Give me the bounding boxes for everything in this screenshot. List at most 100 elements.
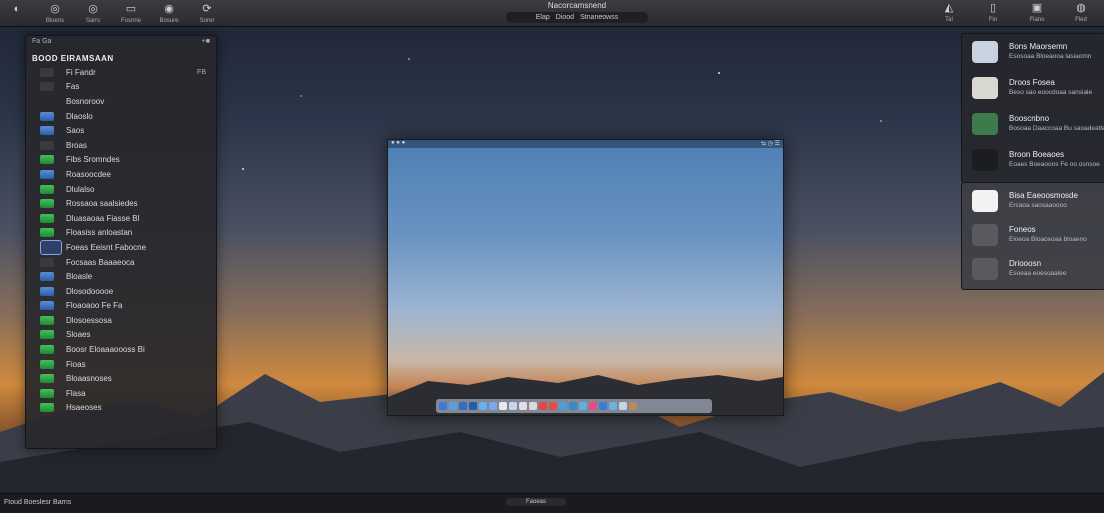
dock-app-icon[interactable]	[519, 402, 527, 410]
app-icon[interactable]: ◐	[2, 3, 32, 23]
right-panel-item[interactable]: Booscnbno Bosoaa Daaccoaa Bu saoadeatle	[972, 110, 1104, 140]
sidebar-item-label: Bloaasnoses	[66, 374, 112, 384]
sidebar-item[interactable]: Broas	[26, 138, 216, 153]
sidebar-item[interactable]: Dlosodooooe	[26, 284, 216, 299]
dock-app-icon[interactable]	[489, 402, 497, 410]
right-panel-item[interactable]: Bons Maorsemn Esosoaa Bloeaooa lasiaomn	[972, 38, 1102, 68]
sidebar-top-left[interactable]: Fa Ga	[32, 38, 51, 50]
window-controls[interactable]: ● ● ●	[391, 140, 405, 148]
sidebar-item[interactable]: Floaoaoo Fe Fa	[26, 299, 216, 314]
sidebar-item-icon	[40, 345, 54, 355]
dock-app-icon[interactable]	[609, 402, 617, 410]
sidebar-item[interactable]: Rossaoa saalsiedes	[26, 196, 216, 211]
sidebar-item[interactable]: Bloaasnoses	[26, 371, 216, 386]
right-panel-item[interactable]: Bisa Eaeoosmosde Ercaoa saosaaoooo	[972, 187, 1102, 217]
sidebar-item-label: Fas	[66, 82, 80, 92]
sidebar-item-label: Dlosodooooe	[66, 286, 114, 296]
sidebar-item-icon	[40, 257, 54, 267]
dock-app-icon[interactable]	[619, 402, 627, 410]
sidebar-item-icon	[40, 239, 62, 255]
segment-1[interactable]: Elap	[536, 12, 550, 23]
dock-app-icon[interactable]	[629, 402, 637, 410]
sidebar-item[interactable]: Fioas	[26, 357, 216, 372]
user-icon[interactable]: ◍ Fled	[1066, 2, 1096, 23]
right-panel-item-subtitle: Ercaoa saosaaoooo	[1009, 202, 1067, 209]
sidebar-item[interactable]: Fibs Sromndes	[26, 153, 216, 168]
right-panel-item[interactable]: Droos Fosea Beso sao eoocdoaa sansiale	[972, 74, 1102, 104]
sidebar-item-icon	[40, 82, 54, 92]
sidebar-item-icon	[40, 111, 54, 121]
sidebar-top-bar: Fa Ga +■	[26, 36, 216, 52]
sidebar-add-icon[interactable]: +■	[202, 38, 210, 50]
dock-app-icon[interactable]	[589, 402, 597, 410]
right-panel-item-subtitle: Beso sao eoocdoaa sansiale	[1009, 89, 1093, 96]
dock-app-icon[interactable]	[549, 402, 557, 410]
target-icon[interactable]: ◉ Bosure	[154, 3, 184, 24]
phone-icon[interactable]: ▯ Fin	[978, 2, 1008, 23]
sidebar-item[interactable]: Focsaas Baaaeoca	[26, 255, 216, 270]
dock-app-icon[interactable]	[529, 402, 537, 410]
sidebar-item-label: Dlulalso	[66, 184, 95, 194]
status-scroll-indicator[interactable]: Faoeas	[506, 498, 566, 506]
sidebar-item-label: Boosr Eloaaaoooss Bi	[66, 345, 145, 355]
sidebar-item[interactable]: Dluasaoaa Fiasse Bl	[26, 211, 216, 226]
right-panel-item-subtitle: Eloeoa Bloaceoaa bloaeno	[1009, 236, 1087, 243]
dock-app-icon[interactable]	[469, 402, 477, 410]
sidebar-item-icon	[40, 388, 54, 398]
sidebar-item-icon	[40, 169, 54, 179]
sidebar-item[interactable]: Bloasle	[26, 269, 216, 284]
keyboard-icon	[972, 258, 998, 280]
compass-icon[interactable]: ◎ Sarrs	[78, 3, 108, 24]
sidebar-item-label: Floasiss anloastan	[66, 228, 133, 238]
sidebar-item[interactable]: Boosr Eloaaaoooss Bi	[26, 342, 216, 357]
window-icon[interactable]: ▭ Fosnne	[116, 3, 146, 24]
dock-app-icon[interactable]	[599, 402, 607, 410]
right-panel-item-title: Bisa Eaeoosmosde	[1009, 191, 1078, 200]
sidebar-item[interactable]: Foeas Eeisnt Fabocne	[26, 239, 216, 255]
toolbar-right-group: ◭ Tal ▯ Fin ▣ Flano ◍ Fled	[934, 2, 1096, 23]
sidebar-item[interactable]: Fas	[26, 80, 216, 95]
dock-app-icon[interactable]	[479, 402, 487, 410]
clock-icon	[972, 149, 998, 171]
dock-app-icon[interactable]	[539, 402, 547, 410]
sidebar-item[interactable]: Dlulalso	[26, 182, 216, 197]
sidebar-item[interactable]: Roasoocdee	[26, 167, 216, 182]
share-icon[interactable]: ◭ Tal	[934, 2, 964, 23]
right-panel-item[interactable]: Driooosn Esoeaa eoesoaalee	[972, 255, 1102, 285]
dock-app-icon[interactable]	[579, 402, 587, 410]
display-icon[interactable]: ▣ Flano	[1022, 2, 1052, 23]
right-panel-item-title: Booscnbno	[1009, 114, 1050, 123]
segment-2[interactable]: Diood	[556, 12, 574, 23]
globe-icon[interactable]: ◎ Bluens	[40, 3, 70, 24]
dock-app-icon[interactable]	[499, 402, 507, 410]
sidebar-item[interactable]: Dlaoslo	[26, 109, 216, 124]
sidebar-item-icon	[40, 286, 54, 296]
finder-icon	[972, 41, 998, 63]
right-panel-item[interactable]: Foneos Eloeoa Bloaceoaa bloaeno	[972, 221, 1102, 251]
sidebar-item[interactable]: Floasiss anloastan	[26, 226, 216, 241]
sidebar-item[interactable]: Saos	[26, 123, 216, 138]
sidebar-item[interactable]: Bosnoroov	[26, 94, 216, 109]
refresh-icon[interactable]: ⟳ Sorer	[192, 3, 222, 24]
dock-app-icon[interactable]	[439, 402, 447, 410]
dock-app-icon[interactable]	[509, 402, 517, 410]
desktop-preview-window[interactable]: ● ● ● ⇆ ◷ ☰	[387, 139, 784, 416]
sidebar-item[interactable]: Hsaeoses	[26, 401, 216, 416]
dock-app-icon[interactable]	[559, 402, 567, 410]
sidebar-item[interactable]: Sloaes	[26, 328, 216, 343]
sidebar-item[interactable]: Flasa	[26, 386, 216, 401]
sidebar-item[interactable]: Fi Fandr FB	[26, 65, 216, 80]
dock-app-icon[interactable]	[459, 402, 467, 410]
sidebar-item-icon	[40, 301, 54, 311]
sidebar-item-icon	[40, 67, 54, 77]
sidebar-item[interactable]: Dlosoessosa	[26, 313, 216, 328]
right-panel-item-subtitle: Bosoaa Daaccoaa Bu saoadeatle	[1009, 125, 1104, 132]
right-panel-item[interactable]: Broon Boeaoes Eoaes Boeaoons Fe oo osnsoe	[972, 146, 1102, 176]
sidebar: Fa Ga +■ BOOD EIRAMSAAN Fi Fandr FB Fas Bos…	[25, 35, 217, 449]
dock-app-icon[interactable]	[569, 402, 577, 410]
sidebar-item-icon	[40, 315, 54, 325]
dock-app-icon[interactable]	[449, 402, 457, 410]
segment-3[interactable]: Stnaneowss	[580, 12, 618, 23]
sidebar-item-extra: FB	[197, 68, 206, 76]
heart-icon	[972, 224, 998, 246]
